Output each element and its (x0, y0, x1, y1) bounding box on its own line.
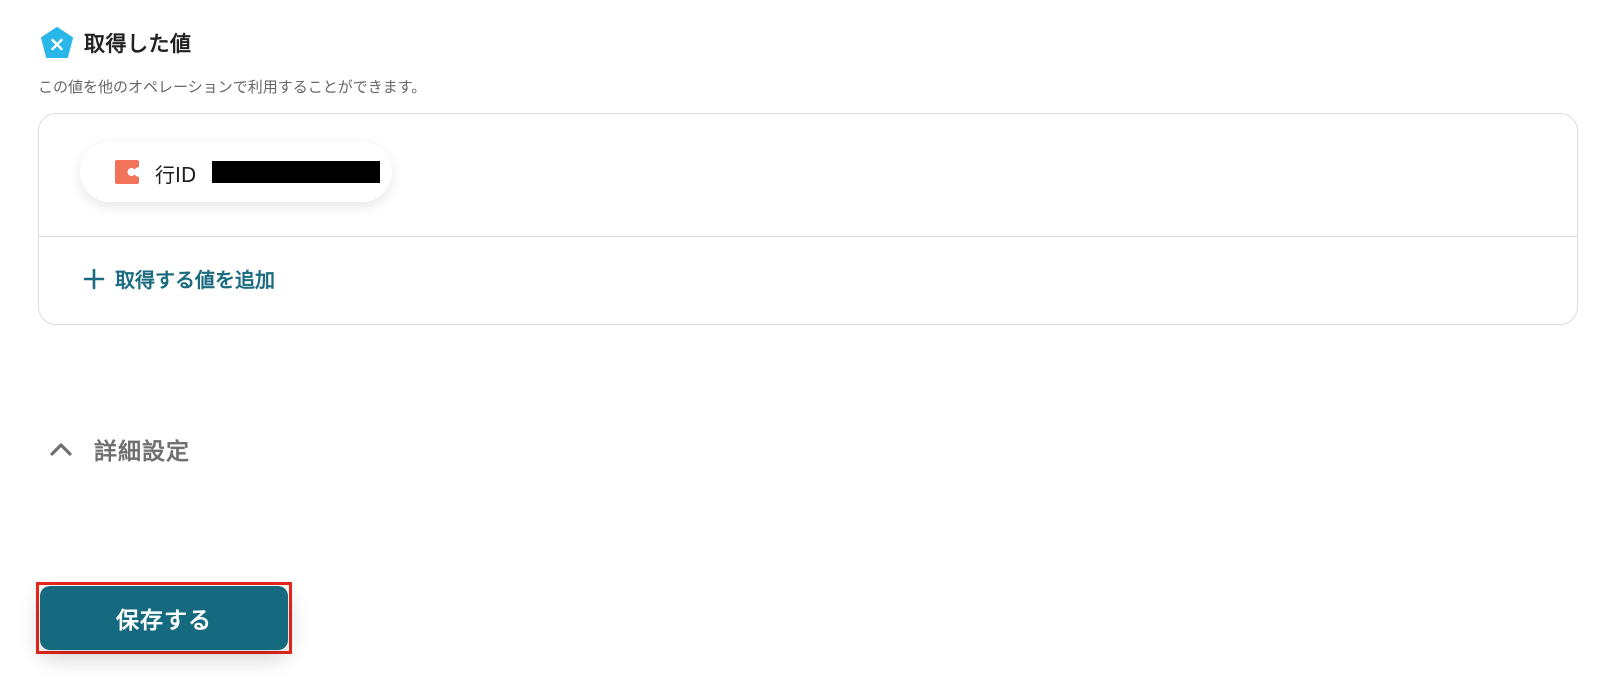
plus-icon (83, 268, 105, 289)
details-toggle[interactable]: 詳細設定 (48, 432, 190, 466)
save-button[interactable]: 保存する (40, 586, 288, 650)
section-header: 取得した値 (40, 26, 192, 60)
section-title: 取得した値 (84, 32, 192, 56)
redacted-value (212, 161, 380, 183)
app-logo-icon (115, 160, 139, 184)
value-chip-row-id[interactable]: 行ID (80, 142, 392, 202)
add-value-label: 取得する値を追加 (115, 268, 275, 292)
save-button-label: 保存する (116, 608, 212, 634)
divider (39, 236, 1577, 237)
values-box: 行ID 取得する値を追加 (38, 113, 1578, 325)
value-chip-label: 行ID (155, 163, 197, 187)
add-value-button[interactable]: 取得する値を追加 (83, 264, 275, 293)
details-label: 詳細設定 (94, 439, 190, 465)
section-description: この値を他のオペレーションで利用することができます。 (38, 78, 427, 96)
pentagon-x-icon (41, 27, 73, 58)
chevron-up-icon (50, 443, 72, 456)
